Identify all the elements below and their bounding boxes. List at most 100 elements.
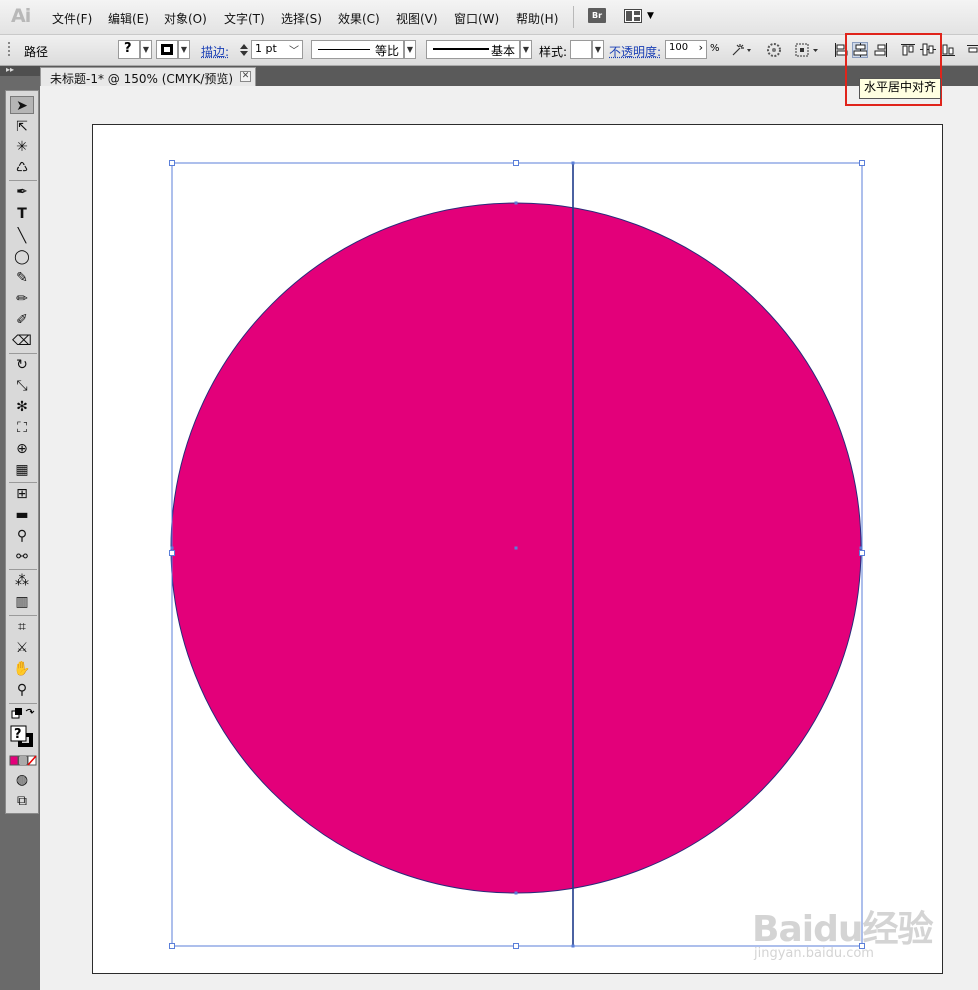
chevron-right-icon: › [698, 41, 703, 54]
drawing-mode-icon[interactable]: ◍ [10, 771, 34, 789]
grip-icon[interactable] [7, 41, 12, 59]
tool-separator [9, 615, 37, 616]
line-tool-icon[interactable]: ╲ [10, 227, 34, 245]
type-tool-icon[interactable]: T [10, 205, 34, 223]
menu-file[interactable]: 文件(F) [52, 10, 92, 27]
chevron-down-icon[interactable]: ▼ [647, 11, 654, 21]
ellipse-tool-icon[interactable]: ◯ [10, 248, 34, 266]
document-setup-icon[interactable] [766, 42, 782, 58]
tool-separator [9, 180, 37, 181]
document-tab[interactable]: 未标题-1* @ 150% (CMYK/预览) ✕ [40, 67, 256, 86]
tool-separator [9, 569, 37, 570]
variable-width-profile[interactable]: 等比 [311, 40, 404, 59]
menu-effect[interactable]: 效果(C) [338, 10, 380, 27]
fill-stroke-swatch-icon[interactable]: ? [10, 725, 36, 749]
distribute-icon[interactable] [965, 42, 978, 58]
menu-separator [573, 6, 574, 28]
pencil-tool-icon[interactable]: ✏ [10, 290, 34, 308]
canvas-workspace[interactable] [40, 86, 978, 990]
tools-panel-header[interactable]: ▸▸ [0, 65, 40, 76]
recolor-artwork-icon[interactable] [730, 42, 752, 58]
magic-wand-tool-icon[interactable]: ✳ [10, 138, 34, 156]
artwork-layer [169, 160, 865, 949]
opacity-field[interactable]: 100 › [665, 40, 707, 59]
menu-window[interactable]: 窗口(W) [454, 10, 499, 27]
artboard-tool-icon[interactable]: ⌗ [10, 618, 34, 636]
menu-view[interactable]: 视图(V) [396, 10, 438, 27]
screen-mode-icon[interactable]: ⧉ [10, 792, 34, 810]
style-dropdown[interactable]: ▼ [592, 40, 604, 59]
menu-select[interactable]: 选择(S) [281, 10, 322, 27]
tools-panel: ➤ ⇱ ✳ ♺ ✒ T ╲ ◯ ✎ ✏ ✐ ⌫ ↻ ⤡ ✻ ⛶ ⊕ ▦ ⊞ ▬ … [5, 90, 39, 814]
tool-separator [9, 703, 37, 704]
scale-tool-icon[interactable]: ⤡ [10, 377, 34, 395]
control-bar: 路径 ? ▼ ▼ 描边: 1 pt ﹀ 等比 ▼ 基本 ▼ 样式: ▼ 不透明度… [0, 35, 978, 66]
watermark: Baidu经验 jingyan.baidu.com [752, 900, 942, 970]
bridge-button[interactable]: Br [588, 8, 606, 23]
fill-swatch[interactable]: ? [118, 40, 140, 59]
slice-tool-icon[interactable]: ⚔ [10, 639, 34, 657]
stroke-square-icon [161, 44, 173, 55]
paintbrush-tool-icon[interactable]: ✎ [10, 269, 34, 287]
stepper-icon[interactable] [239, 42, 249, 58]
opacity-unit: % [710, 43, 720, 54]
gradient-tool-icon[interactable]: ▬ [10, 506, 34, 524]
symbol-sprayer-tool-icon[interactable]: ⁂ [10, 572, 34, 590]
fill-dropdown[interactable]: ▼ [140, 40, 152, 59]
free-transform-tool-icon[interactable]: ⛶ [10, 419, 34, 437]
watermark-url: jingyan.baidu.com [754, 946, 874, 961]
watermark-logo: Baidu经验 [752, 909, 933, 950]
mesh-tool-icon[interactable]: ⊞ [10, 485, 34, 503]
align-bottom-icon[interactable] [940, 42, 956, 58]
column-graph-tool-icon[interactable]: ▥ [10, 593, 34, 611]
workspace-layout-icon[interactable] [624, 9, 642, 23]
blend-tool-icon[interactable]: ⚯ [10, 548, 34, 566]
chevron-down-icon: ﹀ [289, 46, 299, 57]
fill-value: ? [124, 41, 132, 56]
menu-type[interactable]: 文字(T) [224, 10, 265, 27]
stroke-weight-field[interactable]: 1 pt ﹀ [251, 40, 303, 59]
color-mode-icon[interactable] [9, 755, 37, 767]
brush-dropdown[interactable]: ▼ [520, 40, 532, 59]
brush-definition[interactable]: 基本 [426, 40, 520, 59]
blob-brush-tool-icon[interactable]: ✐ [10, 311, 34, 329]
style-label: 样式: [539, 45, 568, 59]
app-logo: Ai [11, 5, 31, 27]
tooltip-text: 水平居中对齐 [864, 80, 937, 94]
warp-tool-icon[interactable]: ✻ [10, 398, 34, 416]
default-fill-stroke-icon[interactable] [11, 707, 35, 721]
menu-help[interactable]: 帮助(H) [516, 10, 558, 27]
opacity-label[interactable]: 不透明度: [609, 43, 661, 60]
close-icon[interactable]: ✕ [240, 71, 251, 82]
collapse-icon[interactable]: ▸▸ [6, 65, 14, 74]
direct-selection-tool-icon[interactable]: ⇱ [10, 118, 34, 136]
perspective-grid-tool-icon[interactable]: ▦ [10, 461, 34, 479]
tool-separator [9, 482, 37, 483]
brush-preview [433, 48, 489, 50]
lasso-tool-icon[interactable]: ♺ [10, 159, 34, 177]
selection-tool-icon[interactable]: ➤ [10, 96, 34, 114]
stroke-swatch[interactable] [156, 40, 178, 59]
brush-label: 基本 [491, 44, 516, 58]
transform-icon[interactable] [794, 42, 820, 58]
hand-tool-icon[interactable]: ✋ [10, 660, 34, 678]
shape-builder-tool-icon[interactable]: ⊕ [10, 440, 34, 458]
style-swatch[interactable] [570, 40, 592, 59]
eyedropper-tool-icon[interactable]: ⚲ [10, 527, 34, 545]
document-tab-title: 未标题-1* @ 150% (CMYK/预览) [50, 72, 234, 86]
stroke-label[interactable]: 描边: [201, 43, 229, 60]
eraser-tool-icon[interactable]: ⌫ [10, 332, 34, 350]
opacity-value: 100 [669, 42, 689, 53]
document-tab-strip: 未标题-1* @ 150% (CMYK/预览) ✕ [40, 66, 978, 86]
zoom-tool-icon[interactable]: ⚲ [10, 681, 34, 699]
menu-object[interactable]: 对象(O) [164, 10, 207, 27]
tool-separator [9, 353, 37, 354]
menu-bar: Ai 文件(F) 编辑(E) 对象(O) 文字(T) 选择(S) 效果(C) 视… [0, 0, 978, 35]
stroke-dropdown[interactable]: ▼ [178, 40, 190, 59]
pen-tool-icon[interactable]: ✒ [10, 183, 34, 201]
rotate-tool-icon[interactable]: ↻ [10, 356, 34, 374]
variable-width-label: 等比 [375, 44, 400, 58]
profile-dropdown[interactable]: ▼ [404, 40, 416, 59]
menu-edit[interactable]: 编辑(E) [108, 10, 149, 27]
selection-type-label: 路径 [24, 45, 49, 59]
